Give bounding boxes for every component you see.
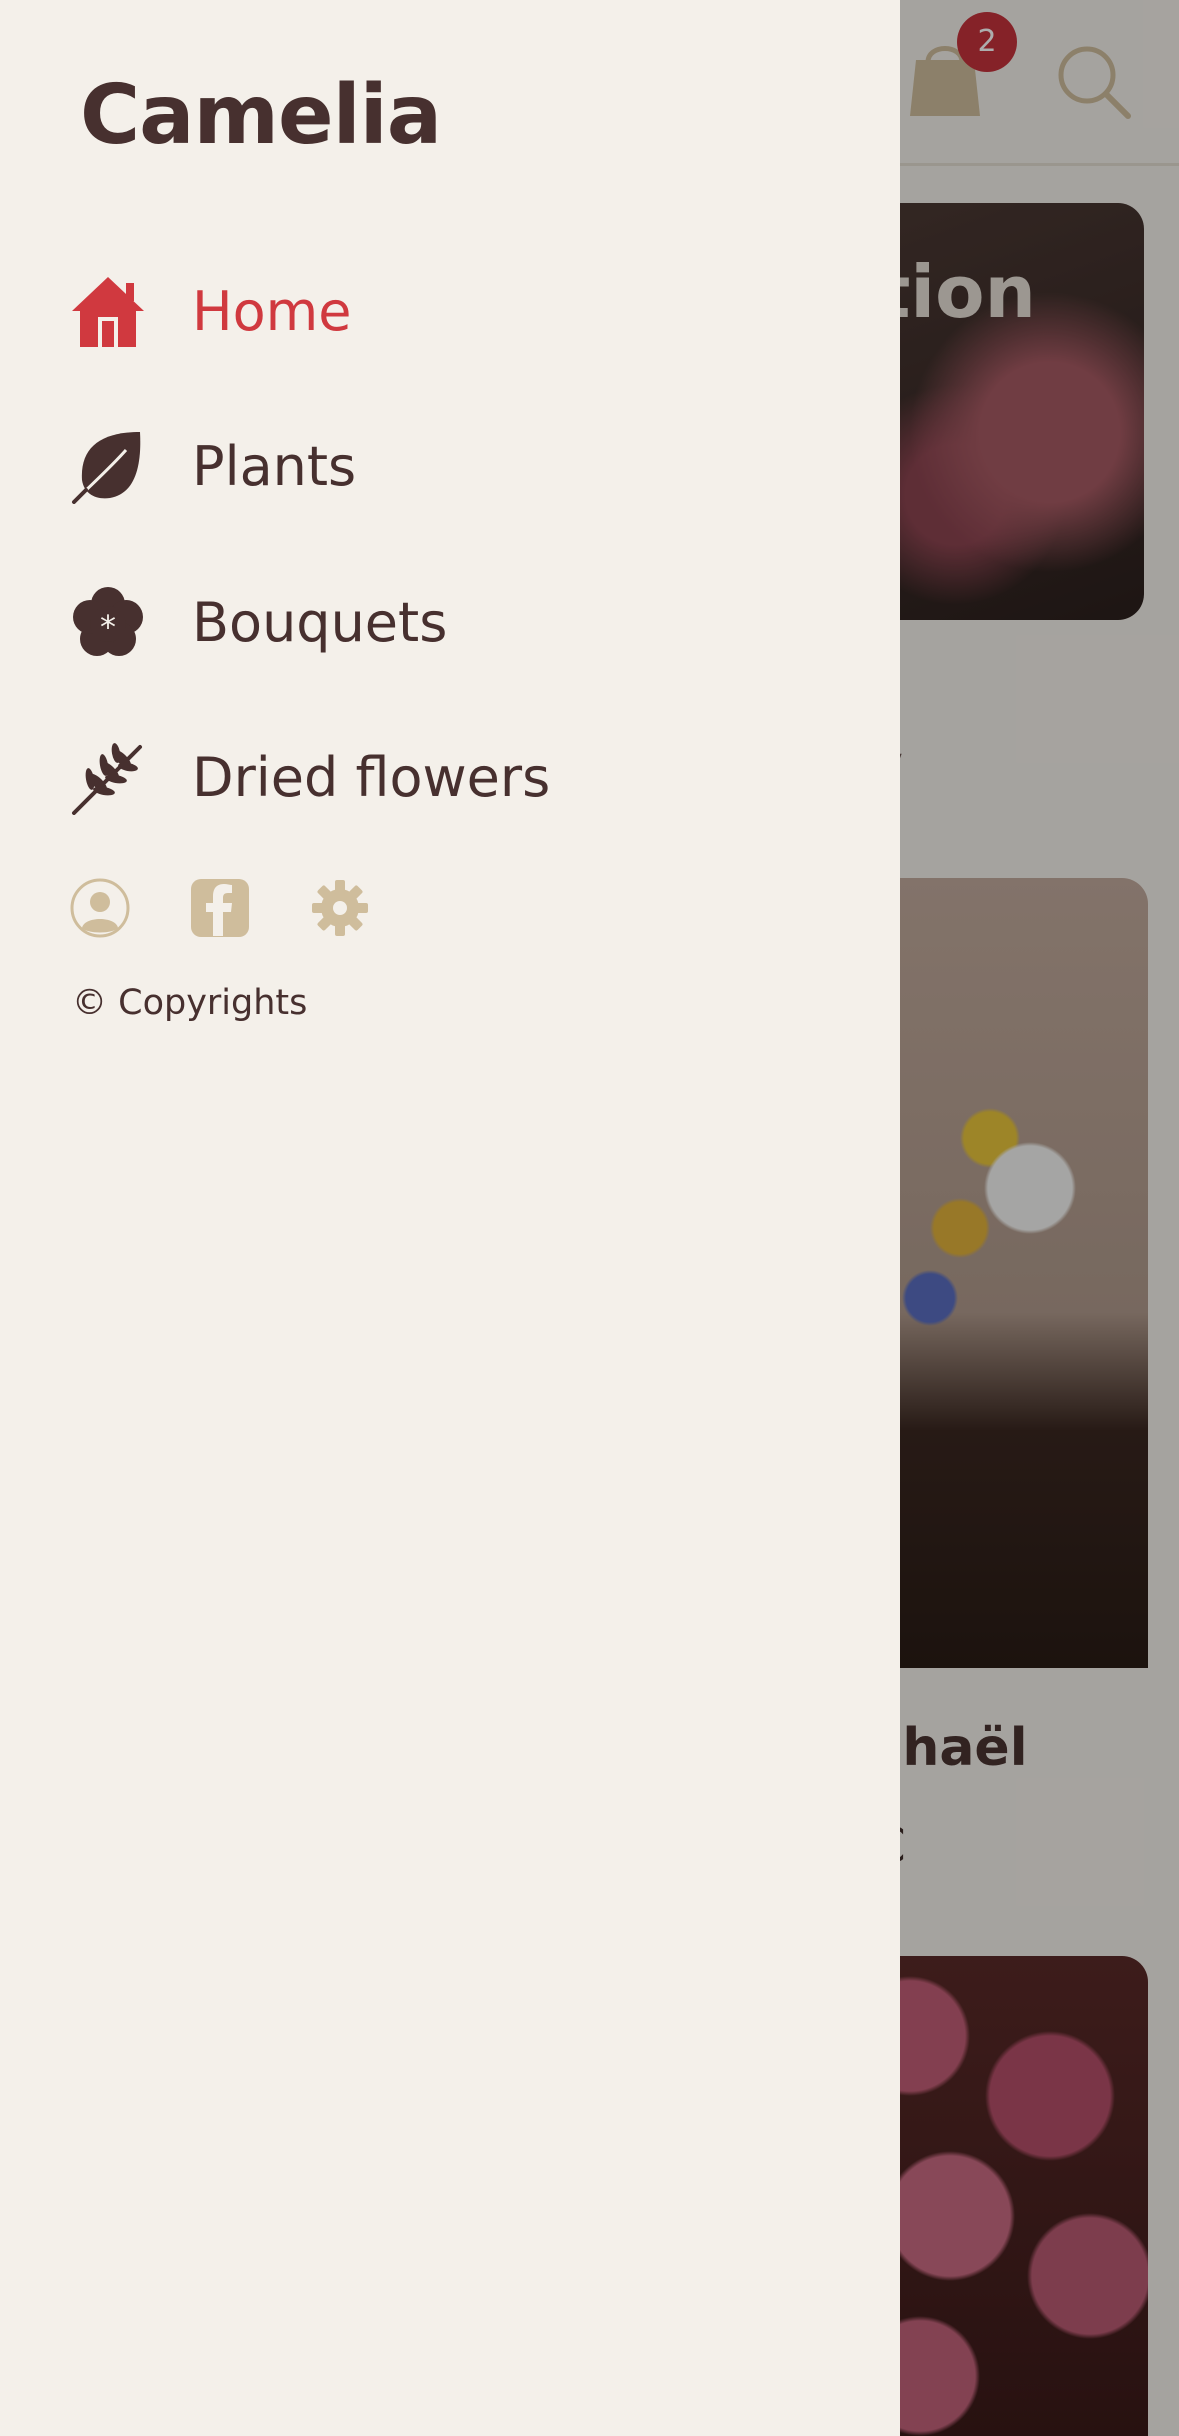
nav-item-dried-flowers[interactable]: Dried flowers xyxy=(70,722,830,832)
flower-icon: * xyxy=(70,584,146,660)
wheat-icon xyxy=(70,739,146,815)
nav-item-bouquets[interactable]: * Bouquets xyxy=(70,567,830,677)
facebook-icon[interactable] xyxy=(190,878,250,938)
nav-item-label: Bouquets xyxy=(192,590,448,654)
social-links xyxy=(70,878,370,938)
leaf-icon xyxy=(70,428,146,504)
nav-item-home[interactable]: Home xyxy=(70,256,830,366)
brand-logo-text: Camelia xyxy=(80,68,442,163)
nav-item-label: Home xyxy=(192,279,352,343)
nav-item-plants[interactable]: Plants xyxy=(70,411,830,521)
nav-item-label: Dried flowers xyxy=(192,745,551,809)
svg-text:*: * xyxy=(100,608,116,646)
copyright-text: © Copyrights xyxy=(72,983,308,1023)
navigation-drawer: Camelia Home Plants * Bouquets Dried flo… xyxy=(0,0,900,2436)
house-icon xyxy=(70,273,146,349)
user-profile-icon[interactable] xyxy=(70,878,130,938)
settings-gear-icon[interactable] xyxy=(310,878,370,938)
nav-item-label: Plants xyxy=(192,434,357,498)
